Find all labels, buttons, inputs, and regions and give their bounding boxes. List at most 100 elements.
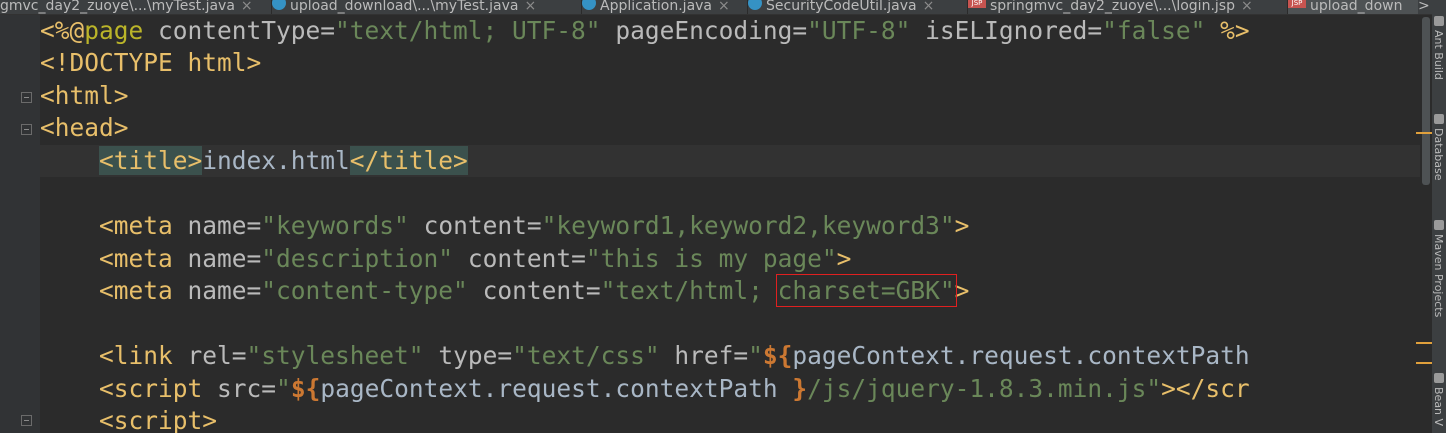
attribute-value: "keyword1,keyword2,keyword3" [541, 211, 955, 240]
attribute-name: pageEncoding= [600, 16, 808, 45]
code-line-4: <head> [40, 112, 129, 144]
attribute-value: "false" [1102, 16, 1206, 45]
fold-toggle-icon[interactable] [21, 92, 32, 103]
tab-label: upload_down [1310, 0, 1403, 14]
close-icon[interactable]: × [923, 0, 935, 14]
fold-toggle-icon[interactable] [21, 124, 32, 135]
tab-application[interactable]: Application.java × [582, 0, 748, 14]
tab-myTest-zuoye[interactable]: gmvc_day2_zuoye\...\myTest.java × [0, 0, 272, 14]
code-line-11: <link rel="stylesheet" type="text/css" h… [99, 341, 1250, 370]
script-tag: <script [99, 374, 203, 403]
attribute-value: "description" [261, 244, 454, 273]
title-close-tag: </title> [349, 146, 468, 175]
java-class-icon [748, 0, 762, 10]
html-tag: <html> [40, 81, 129, 110]
attribute-name: content= [453, 244, 586, 273]
attribute-name: isELIgnored= [910, 16, 1103, 45]
directive-name: page [84, 16, 144, 45]
code-line-13: <script> [40, 405, 217, 433]
editor-tab-bar: gmvc_day2_zuoye\...\myTest.java × upload_… [0, 0, 1432, 15]
code-line-9: <meta name="content-type" content="text/… [40, 274, 970, 307]
attribute-name: name= [172, 276, 262, 305]
tool-window-stripe: Ant Build Database Maven Projects Bean V [1432, 0, 1446, 433]
attribute-name: rel= [172, 341, 247, 370]
tool-window-database[interactable]: Database [1432, 128, 1445, 181]
attribute-value: "stylesheet" [246, 341, 424, 370]
link-tag: <link [99, 341, 173, 370]
tag-end: > [954, 211, 970, 240]
jsp-file-icon: JSP [968, 0, 986, 8]
close-icon[interactable]: × [524, 0, 536, 14]
attribute-name: src= [202, 374, 277, 403]
java-class-icon [272, 0, 286, 10]
jsp-file-icon: JSP [1288, 0, 1306, 8]
code-line-3: <html> [40, 80, 129, 112]
code-editor[interactable]: <%@page contentType="text/html; UTF-8" p… [40, 15, 1420, 433]
java-class-icon [582, 0, 596, 10]
code-line-12: <script src="${pageContext.request.conte… [99, 374, 1250, 403]
tool-window-maven-projects[interactable]: Maven Projects [1432, 234, 1445, 317]
tag-end: > [954, 276, 970, 305]
ant-icon [1434, 16, 1444, 26]
meta-tag: <meta [99, 276, 173, 305]
jsp-directive-close: %> [1205, 16, 1250, 45]
code-line-8: <meta name="description" content="this i… [40, 243, 851, 275]
tab-upload-download-active[interactable]: JSP upload_down [1288, 0, 1418, 14]
attribute-name: content= [408, 211, 542, 240]
scrollbar-thumb[interactable] [1422, 17, 1430, 185]
attribute-value: "keywords" [261, 211, 409, 240]
tool-window-ant-build[interactable]: Ant Build [1432, 30, 1445, 80]
tab-label: upload_download\...\myTest.java [290, 0, 519, 14]
el-expression-open: ${ [290, 374, 321, 403]
tab-overflow-button[interactable]: > [1418, 0, 1432, 14]
fold-toggle-icon[interactable] [21, 415, 32, 426]
tab-label: gmvc_day2_zuoye\...\myTest.java [0, 0, 235, 14]
attribute-value: "text/html; UTF-8" [335, 16, 601, 45]
database-icon [1434, 114, 1444, 124]
code-line-5: <title>index.html</title> [40, 145, 468, 177]
tab-login-jsp[interactable]: JSP springmvc_day2_zuoye\...\login.jsp × [968, 0, 1288, 14]
editor-gutter [0, 15, 40, 433]
title-text: index.html [202, 146, 350, 175]
jsp-directive-open: <%@ [40, 16, 85, 45]
chevron-right-icon: > [1418, 0, 1430, 14]
charset-highlight-box: charset=GBK" [775, 274, 957, 307]
close-icon[interactable]: × [241, 0, 253, 14]
attribute-name: contentType= [143, 16, 336, 45]
attribute-name: content= [467, 276, 601, 305]
head-tag: <head> [40, 113, 129, 142]
attribute-value: "text/css" [512, 341, 660, 370]
attribute-value: "text/html; [600, 276, 778, 305]
maven-icon [1434, 220, 1444, 230]
attribute-name: name= [172, 244, 262, 273]
code-line-7: <meta name="keywords" content="keyword1,… [40, 210, 969, 242]
title-open-tag: <title> [99, 146, 203, 175]
tab-security-code-util[interactable]: SecurityCodeUtil.java × [748, 0, 968, 14]
attribute-name: type= [423, 341, 513, 370]
attribute-value: /js/jquery-1.8.3.min.js" [807, 374, 1162, 403]
close-icon[interactable]: × [1241, 0, 1253, 14]
tab-label: springmvc_day2_zuoye\...\login.jsp [990, 0, 1235, 14]
attribute-value: "UTF-8" [807, 16, 911, 45]
code-line-2: <!DOCTYPE html> [40, 47, 261, 79]
script-tag: <script> [99, 406, 218, 433]
attribute-name: name= [172, 211, 262, 240]
tool-window-bean-validation[interactable]: Bean V [1432, 387, 1445, 426]
tab-label: SecurityCodeUtil.java [766, 0, 917, 14]
tab-myTest-upload[interactable]: upload_download\...\myTest.java × [272, 0, 582, 14]
tag-end: ></scr [1161, 374, 1250, 403]
el-expression: pageContext.request.contextPath [792, 341, 1250, 370]
doctype: <!DOCTYPE html> [40, 48, 262, 77]
attribute-name: href= [659, 341, 749, 370]
tab-label: Application.java [600, 0, 713, 14]
attribute-value: "content-type" [261, 276, 468, 305]
el-expression: pageContext.request.contextPath [320, 374, 793, 403]
tag-end: > [836, 244, 852, 273]
meta-tag: <meta [99, 244, 173, 273]
code-line-1: <%@page contentType="text/html; UTF-8" p… [40, 15, 1250, 47]
close-icon[interactable]: × [718, 0, 730, 14]
meta-tag: <meta [99, 211, 173, 240]
bean-icon [1434, 373, 1444, 383]
el-expression-close: } [792, 374, 808, 403]
attribute-value: "this is my page" [585, 244, 837, 273]
